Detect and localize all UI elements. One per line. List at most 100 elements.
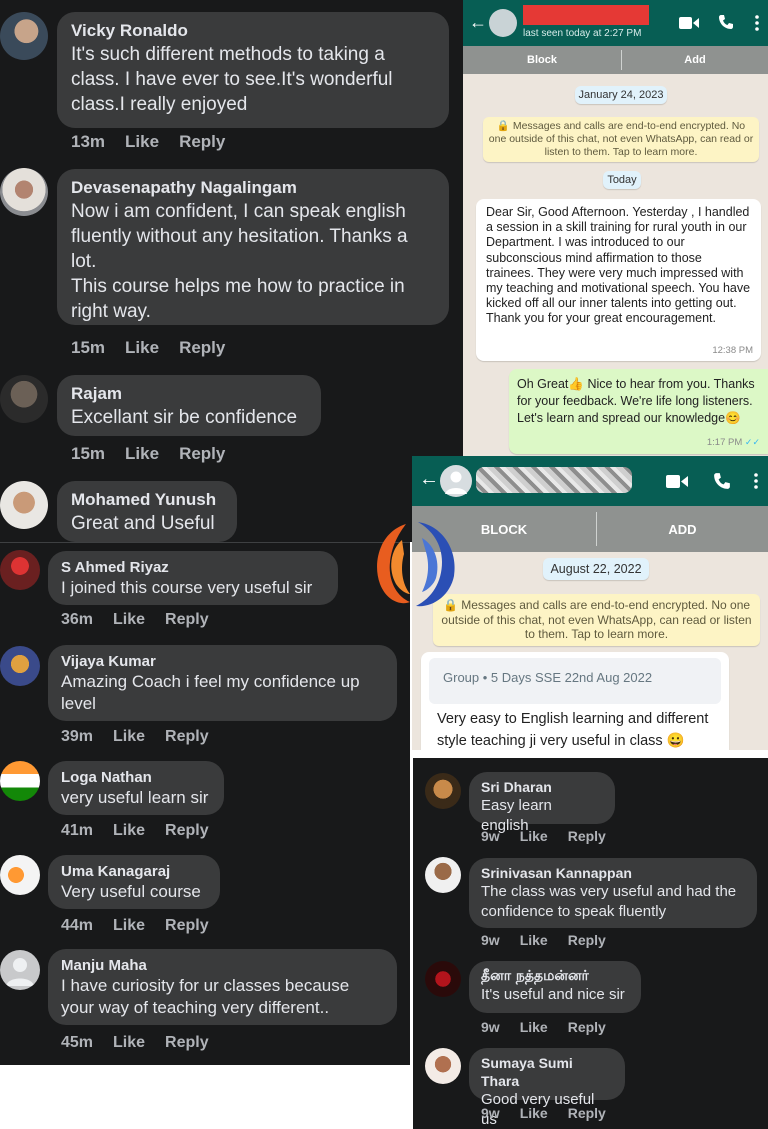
group-reference-text: Group • 5 Days SSE 22nd Aug 2022 bbox=[443, 670, 653, 685]
whatsapp-chat-1: ← last seen today at 2:27 PM Block Add J… bbox=[463, 0, 768, 460]
comment-bubble: Devasenapathy Nagalingam Now i am confid… bbox=[57, 169, 449, 325]
contact-name-redacted[interactable] bbox=[523, 5, 649, 25]
comment-time: 13m bbox=[71, 132, 106, 151]
commenter-name[interactable]: Vijaya Kumar bbox=[61, 652, 384, 671]
avatar[interactable] bbox=[0, 168, 48, 216]
like-button[interactable]: Like bbox=[520, 1105, 548, 1121]
like-button[interactable]: Like bbox=[113, 822, 145, 839]
message-text: Dear Sir, Good Afternoon. Yesterday , I … bbox=[486, 205, 751, 326]
like-button[interactable]: Like bbox=[125, 338, 159, 357]
reply-button[interactable]: Reply bbox=[165, 822, 209, 839]
more-vert-icon[interactable] bbox=[755, 15, 759, 31]
commenter-name[interactable]: Sumaya Sumi Thara bbox=[481, 1054, 613, 1090]
reply-button[interactable]: Reply bbox=[568, 1019, 606, 1035]
facebook-comments-panel-1: Vicky Ronaldo It's such different method… bbox=[0, 0, 463, 542]
commenter-name[interactable]: Vicky Ronaldo bbox=[71, 20, 435, 42]
comment-bubble: தீனா நத்தமன்னர் It's useful and nice sir bbox=[469, 961, 641, 1013]
like-button[interactable]: Like bbox=[125, 444, 159, 463]
contact-avatar[interactable] bbox=[489, 9, 517, 37]
commenter-name[interactable]: Devasenapathy Nagalingam bbox=[71, 177, 435, 199]
contact-avatar[interactable] bbox=[440, 465, 472, 497]
comment-actions: 13m Like Reply bbox=[71, 132, 245, 152]
back-arrow-icon[interactable]: ← bbox=[469, 12, 487, 33]
comment: Vijaya Kumar Amazing Coach i feel my con… bbox=[0, 642, 410, 754]
reply-button[interactable]: Reply bbox=[165, 1034, 209, 1051]
back-arrow-icon[interactable]: ← bbox=[419, 468, 439, 491]
facebook-comments-panel-2: S Ahmed Riyaz I joined this course very … bbox=[0, 542, 410, 1065]
comment-time: 45m bbox=[61, 1034, 94, 1051]
comment-bubble: Sri Dharan Easy learn english bbox=[469, 772, 615, 834]
avatar[interactable] bbox=[425, 857, 461, 893]
reply-button[interactable]: Reply bbox=[179, 132, 225, 151]
like-button[interactable]: Like bbox=[113, 1034, 145, 1051]
voice-call-icon[interactable] bbox=[713, 472, 731, 490]
like-button[interactable]: Like bbox=[113, 728, 145, 745]
incoming-message[interactable]: Dear Sir, Good Afternoon. Yesterday , I … bbox=[476, 199, 761, 361]
commenter-name[interactable]: Rajam bbox=[71, 383, 307, 405]
reply-button[interactable]: Reply bbox=[568, 1105, 606, 1121]
commenter-name[interactable]: Manju Maha bbox=[61, 956, 384, 975]
comment: Vicky Ronaldo It's such different method… bbox=[0, 0, 463, 165]
avatar[interactable] bbox=[0, 550, 40, 590]
reply-button[interactable]: Reply bbox=[165, 611, 209, 628]
avatar[interactable] bbox=[0, 761, 40, 801]
add-button[interactable]: Add bbox=[622, 46, 768, 74]
avatar[interactable] bbox=[425, 961, 461, 997]
commenter-name[interactable]: S Ahmed Riyaz bbox=[61, 558, 325, 577]
incoming-message[interactable]: Group • 5 Days SSE 22nd Aug 2022 Very ea… bbox=[421, 652, 729, 750]
avatar[interactable] bbox=[425, 1048, 461, 1084]
avatar[interactable] bbox=[0, 855, 40, 895]
video-call-icon[interactable] bbox=[679, 16, 699, 30]
commenter-name[interactable]: Srinivasan Kannappan bbox=[481, 864, 745, 882]
voice-call-icon[interactable] bbox=[718, 14, 734, 30]
comment: Sumaya Sumi Thara Good very useful us 9w… bbox=[413, 1042, 768, 1129]
commenter-name[interactable]: தீனா நத்தமன்னர் bbox=[481, 967, 629, 985]
group-reference[interactable]: Group • 5 Days SSE 22nd Aug 2022 bbox=[429, 658, 721, 704]
like-button[interactable]: Like bbox=[125, 132, 159, 151]
video-call-icon[interactable] bbox=[666, 474, 688, 489]
more-vert-icon[interactable] bbox=[754, 473, 758, 489]
contact-name-redacted[interactable] bbox=[476, 467, 632, 493]
commenter-name[interactable]: Loga Nathan bbox=[61, 768, 211, 787]
comment-text: It's such different methods to taking a … bbox=[71, 44, 393, 115]
comment-bubble: Rajam Excellant sir be confidence bbox=[57, 375, 321, 436]
avatar[interactable] bbox=[0, 375, 48, 423]
outgoing-message[interactable]: Oh Great👍 Nice to hear from you. Thanks … bbox=[509, 369, 768, 454]
avatar[interactable] bbox=[0, 481, 48, 529]
default-user-icon bbox=[445, 471, 467, 494]
reply-button[interactable]: Reply bbox=[165, 728, 209, 745]
reply-button[interactable]: Reply bbox=[568, 828, 606, 844]
comment-actions: 36m Like Reply bbox=[61, 611, 229, 629]
comment-bubble: Sumaya Sumi Thara Good very useful us bbox=[469, 1048, 625, 1128]
avatar[interactable] bbox=[0, 646, 40, 686]
comment: Sri Dharan Easy learn english 9w Like Repl… bbox=[413, 766, 768, 854]
like-button[interactable]: Like bbox=[520, 1019, 548, 1035]
chat-header: ← bbox=[412, 456, 768, 506]
commenter-name[interactable]: Sri Dharan bbox=[481, 778, 603, 796]
commenter-name[interactable]: Mohamed Yunush bbox=[71, 489, 223, 511]
comment-bubble: Mohamed Yunush Great and Useful bbox=[57, 481, 237, 542]
add-button[interactable]: ADD bbox=[597, 506, 768, 552]
like-button[interactable]: Like bbox=[520, 828, 548, 844]
avatar[interactable] bbox=[0, 950, 40, 990]
avatar[interactable] bbox=[0, 12, 48, 60]
block-button[interactable]: Block bbox=[463, 46, 621, 74]
comment-actions: 15m Like Reply bbox=[71, 338, 245, 358]
reply-button[interactable]: Reply bbox=[179, 338, 225, 357]
chat-header: ← last seen today at 2:27 PM bbox=[463, 0, 768, 46]
today-chip: Today bbox=[603, 171, 641, 189]
reply-button[interactable]: Reply bbox=[165, 917, 209, 934]
like-button[interactable]: Like bbox=[520, 932, 548, 948]
comment: Rajam Excellant sir be confidence 15m Lik… bbox=[0, 372, 463, 472]
comment-time: 9w bbox=[481, 828, 500, 844]
reply-button[interactable]: Reply bbox=[179, 444, 225, 463]
like-button[interactable]: Like bbox=[113, 917, 145, 934]
message-time: 12:38 PM bbox=[712, 344, 753, 356]
avatar[interactable] bbox=[425, 773, 461, 809]
encryption-notice[interactable]: 🔒 Messages and calls are end-to-end encr… bbox=[483, 117, 759, 162]
like-button[interactable]: Like bbox=[113, 611, 145, 628]
reply-button[interactable]: Reply bbox=[568, 932, 606, 948]
commenter-name[interactable]: Uma Kanagaraj bbox=[61, 862, 207, 881]
comment-actions: 45m Like Reply bbox=[61, 1034, 229, 1052]
encryption-notice[interactable]: 🔒 Messages and calls are end-to-end encr… bbox=[433, 594, 760, 646]
